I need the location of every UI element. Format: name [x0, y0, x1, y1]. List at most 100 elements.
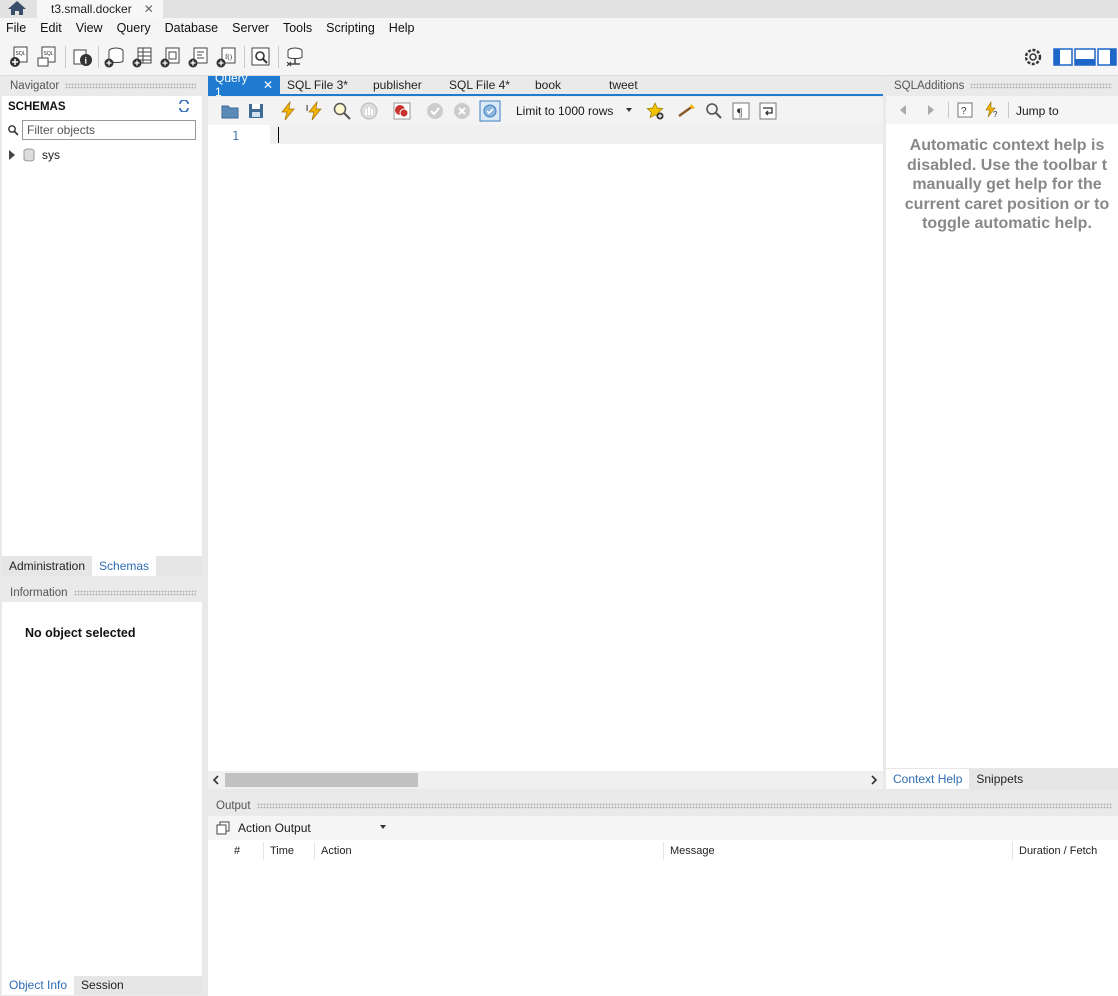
new-sql-tab-icon[interactable]: SQL [9, 46, 31, 68]
menu-database[interactable]: Database [159, 21, 227, 35]
open-folder-icon[interactable] [220, 101, 240, 121]
tab-publisher[interactable]: publisher [366, 76, 442, 94]
menu-file[interactable]: File [0, 21, 34, 35]
tab-schemas[interactable]: Schemas [92, 556, 157, 576]
search-table-data-icon[interactable] [250, 46, 272, 68]
menu-tools[interactable]: Tools [277, 21, 320, 35]
home-icon[interactable] [6, 0, 28, 16]
tab-object-info[interactable]: Object Info [2, 975, 75, 995]
execute-icon[interactable] [278, 101, 298, 121]
column-header-message[interactable]: Message [670, 845, 715, 857]
menu-view[interactable]: View [70, 21, 111, 35]
expand-arrow-icon[interactable] [8, 150, 16, 160]
auto-help-icon[interactable]: ? [982, 101, 1000, 119]
svg-text:¶: ¶ [737, 105, 743, 119]
tab-snippets[interactable]: Snippets [969, 769, 1030, 789]
sql-editor[interactable]: 1 [208, 125, 883, 771]
filter-objects-input[interactable] [22, 120, 196, 140]
tab-book[interactable]: book [528, 76, 602, 94]
tab-label: Query 1 [215, 71, 248, 99]
toolbar-separator [244, 46, 245, 68]
tab-session[interactable]: Session [74, 975, 131, 995]
word-wrap-icon[interactable] [758, 101, 778, 121]
scroll-left-icon[interactable] [212, 775, 220, 785]
close-icon[interactable]: ✕ [144, 2, 154, 16]
menu-scripting[interactable]: Scripting [320, 21, 383, 35]
menu-query[interactable]: Query [111, 21, 159, 35]
scroll-right-icon[interactable] [870, 775, 878, 785]
sql-additions-title: SQLAdditions [894, 80, 965, 92]
tab-query-1[interactable]: Query 1 ✕ [208, 71, 280, 99]
tab-sql-file-3[interactable]: SQL File 3* [280, 76, 366, 94]
tab-context-help[interactable]: Context Help [886, 769, 970, 789]
invisible-characters-icon[interactable]: ¶ [731, 101, 751, 121]
header-grip [73, 590, 196, 596]
limit-rows-select[interactable]: Limit to 1000 rows [508, 101, 636, 121]
create-function-icon[interactable]: f() [216, 46, 238, 68]
save-icon[interactable] [246, 101, 266, 121]
toggle-output-icon[interactable] [1074, 46, 1096, 68]
tab-administration[interactable]: Administration [2, 556, 92, 576]
autocommit-icon[interactable] [479, 100, 501, 122]
column-divider [263, 842, 264, 860]
navigator-title: Navigator [10, 80, 60, 92]
header-grip [65, 83, 196, 89]
toggle-error-stop-icon[interactable] [392, 101, 412, 121]
back-icon[interactable] [898, 105, 908, 115]
jump-to-select[interactable]: Jump to [1016, 104, 1059, 118]
chevron-down-icon [380, 825, 386, 829]
forward-icon[interactable] [926, 105, 936, 115]
close-icon[interactable]: ✕ [263, 78, 273, 92]
settings-icon[interactable] [1022, 46, 1044, 68]
column-header-number[interactable]: # [234, 845, 240, 857]
execute-current-icon[interactable]: I [305, 101, 325, 121]
schema-tree-item[interactable]: sys [8, 146, 60, 164]
menu-server[interactable]: Server [226, 21, 277, 35]
output-type-value: Action Output [238, 821, 311, 835]
create-table-icon[interactable] [132, 46, 154, 68]
tab-label: SQL File 4* [449, 78, 510, 92]
manual-help-icon[interactable]: ? [956, 101, 974, 119]
navigator-tabs: Administration Schemas [2, 556, 202, 576]
text-caret [278, 127, 279, 143]
explain-icon[interactable] [332, 101, 352, 121]
tab-tweet[interactable]: tweet [602, 76, 672, 94]
find-icon[interactable] [704, 101, 724, 121]
add-snippet-icon[interactable] [645, 101, 665, 121]
create-procedure-icon[interactable] [188, 46, 210, 68]
column-header-duration[interactable]: Duration / Fetch [1019, 845, 1097, 857]
rollback-icon[interactable] [452, 101, 472, 121]
output-table-header: # Time Action Message Duration / Fetch [208, 842, 1118, 862]
create-schema-icon[interactable] [104, 46, 126, 68]
navigator-panel: Navigator SCHEMAS sys [2, 76, 202, 556]
create-view-icon[interactable] [160, 46, 182, 68]
horizontal-scrollbar[interactable] [208, 771, 883, 789]
column-header-time[interactable]: Time [270, 845, 294, 857]
editor-toolbar: I Limit to 1000 rows ¶ [208, 97, 883, 125]
open-sql-script-icon[interactable]: SQL [37, 46, 59, 68]
output-type-select[interactable]: Action Output [238, 819, 386, 837]
inspector-icon[interactable]: i [71, 46, 93, 68]
output-header: Output [208, 796, 1118, 816]
tab-label: book [535, 78, 562, 92]
commit-icon[interactable] [425, 101, 445, 121]
stop-icon[interactable] [359, 101, 379, 121]
refresh-icon[interactable] [178, 100, 190, 112]
toggle-sidebar-icon[interactable] [1053, 46, 1073, 68]
toggle-secondary-sidebar-icon[interactable] [1097, 46, 1117, 68]
svg-text:?: ? [993, 110, 998, 119]
information-header: Information [2, 584, 202, 602]
scrollbar-thumb[interactable] [225, 773, 418, 787]
sql-additions-toolbar: ? ? Jump to [886, 96, 1118, 124]
connection-tab[interactable]: t3.small.docker ✕ [37, 0, 163, 18]
output-toolbar: Action Output [208, 816, 1118, 840]
menu-edit[interactable]: Edit [34, 21, 70, 35]
column-header-action[interactable]: Action [321, 845, 352, 857]
menu-help[interactable]: Help [383, 21, 423, 35]
tab-sql-file-4[interactable]: SQL File 4* [442, 76, 528, 94]
beautify-icon[interactable] [677, 101, 697, 121]
tab-label: SQL File 3* [287, 78, 348, 92]
context-help-text: Automatic context help is disabled. Use … [896, 136, 1118, 234]
reconnect-icon[interactable] [284, 46, 306, 68]
copy-icon[interactable] [216, 821, 230, 835]
